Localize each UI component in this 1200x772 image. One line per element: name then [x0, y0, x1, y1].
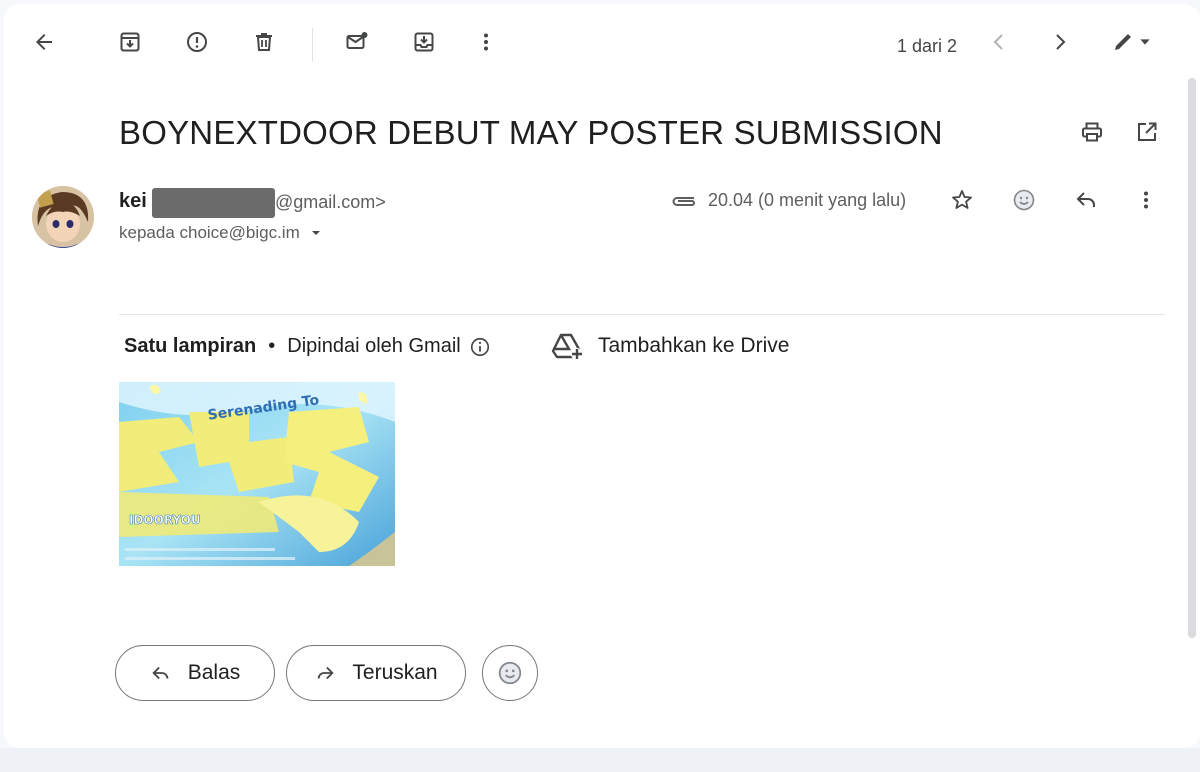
redacted-email — [152, 188, 275, 218]
info-icon[interactable] — [469, 336, 491, 358]
back-arrow-icon[interactable] — [24, 22, 64, 62]
reply-icon[interactable] — [1066, 180, 1106, 220]
attachment-header: Satu lampiran • Dipindai oleh Gmail — [124, 335, 491, 358]
more-vert-icon[interactable] — [466, 22, 506, 62]
dot-separator: • — [268, 335, 276, 357]
sender-email: @gmail.com> — [275, 192, 386, 212]
more-vert-icon[interactable] — [1126, 180, 1166, 220]
chevron-right-icon[interactable] — [1040, 22, 1080, 62]
mark-unread-icon[interactable] — [337, 22, 377, 62]
archive-icon[interactable] — [110, 22, 150, 62]
forward-icon — [318, 666, 335, 680]
pen-icon[interactable] — [1102, 22, 1162, 62]
toolbar-separator — [312, 28, 313, 62]
divider — [119, 314, 1165, 315]
scanned-label: Dipindai oleh Gmail — [287, 335, 461, 357]
chevron-down-icon — [311, 231, 320, 235]
move-to-icon[interactable] — [404, 22, 444, 62]
reply-label: Balas — [187, 661, 241, 684]
add-to-drive-button[interactable]: Tambahkan ke Drive — [550, 332, 789, 360]
poster-image: Serenading To IDOORYOU — [119, 382, 395, 566]
forward-button[interactable]: Teruskan — [286, 645, 466, 701]
reply-button[interactable]: Balas — [115, 645, 275, 701]
chevron-left-icon[interactable] — [979, 22, 1019, 62]
open-new-window-icon[interactable] — [1127, 112, 1167, 152]
email-subject: BOYNEXTDOOR DEBUT MAY POSTER SUBMISSION — [119, 114, 943, 151]
bottom-bar — [0, 748, 1200, 772]
add-to-drive-label: Tambahkan ke Drive — [598, 334, 790, 357]
pager-text: 1 dari 2 — [897, 36, 958, 56]
report-spam-icon[interactable] — [177, 22, 217, 62]
attachment-title: Satu lampiran — [124, 335, 257, 357]
attachment-thumbnail[interactable]: Serenading To IDOORYOU — [119, 382, 395, 566]
drive-add-icon — [551, 333, 583, 360]
scrollbar[interactable] — [1188, 78, 1196, 638]
recipients-text: kepada choice@bigc.im — [119, 223, 300, 242]
time-wrap: 20.04 (0 menit yang lalu) — [670, 190, 906, 211]
forward-label: Teruskan — [352, 661, 438, 684]
avatar — [32, 186, 94, 248]
print-icon[interactable] — [1072, 112, 1112, 152]
email-time: 20.04 (0 menit yang lalu) — [708, 190, 907, 210]
emoji-react-button[interactable] — [482, 645, 538, 701]
reply-icon — [152, 666, 169, 680]
recipients[interactable]: kepada choice@bigc.im — [119, 223, 324, 243]
emoji-icon[interactable] — [1004, 180, 1044, 220]
emoji-icon — [498, 661, 522, 685]
email-card: 1 dari 2 BOYNEXTDOOR DEBUT MAY POSTER SU… — [4, 4, 1200, 748]
chevron-down-icon — [1140, 39, 1150, 45]
sender-name: kei — [119, 190, 147, 212]
delete-icon[interactable] — [244, 22, 284, 62]
attachment-icon — [672, 196, 695, 206]
poster-subtitle-text: IDOORYOU — [129, 513, 201, 527]
star-icon[interactable] — [942, 180, 982, 220]
